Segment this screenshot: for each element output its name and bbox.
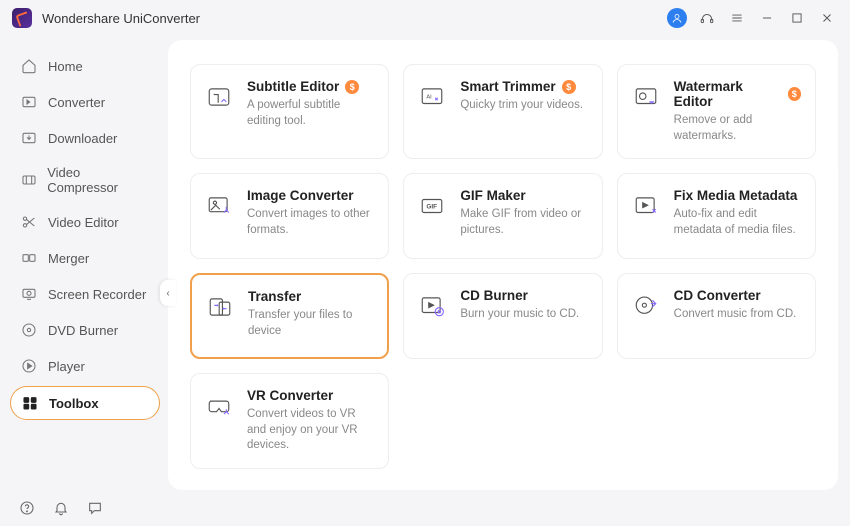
sidebar-item-home[interactable]: Home: [10, 50, 160, 82]
sidebar-item-downloader[interactable]: Downloader: [10, 122, 160, 154]
sidebar-item-label: Downloader: [48, 131, 117, 146]
card-desc: A powerful subtitle editing tool.: [247, 98, 374, 129]
download-icon: [20, 129, 38, 147]
sidebar-item-video-editor[interactable]: Video Editor: [10, 206, 160, 238]
help-button[interactable]: [18, 499, 36, 517]
tool-card-smart-trimmer[interactable]: AI Smart Trimmer $ Quicky trim your video…: [403, 64, 602, 159]
sidebar-item-toolbox[interactable]: Toolbox: [10, 386, 160, 420]
trimmer-icon: AI: [416, 81, 448, 113]
converter-icon: [20, 93, 38, 111]
sidebar-item-merger[interactable]: Merger: [10, 242, 160, 274]
tool-card-gif-maker[interactable]: GIF GIF Maker Make GIF from video or pic…: [403, 173, 602, 259]
card-desc: Transfer your files to device: [248, 308, 373, 339]
titlebar: Wondershare UniConverter: [0, 0, 850, 36]
vr-icon: [203, 390, 235, 422]
cd-burner-icon: [416, 290, 448, 322]
play-icon: [20, 357, 38, 375]
minimize-button[interactable]: [756, 7, 778, 29]
sidebar-item-screen-recorder[interactable]: Screen Recorder: [10, 278, 160, 310]
card-title: Subtitle Editor: [247, 79, 339, 94]
feedback-button[interactable]: [86, 499, 104, 517]
tool-card-image-converter[interactable]: Image Converter Convert images to other …: [190, 173, 389, 259]
image-icon: [203, 190, 235, 222]
card-desc: Quicky trim your videos.: [460, 98, 587, 114]
card-desc: Convert images to other formats.: [247, 207, 374, 238]
card-desc: Convert videos to VR and enjoy on your V…: [247, 407, 374, 454]
user-avatar-icon: [667, 8, 687, 28]
tool-card-vr-converter[interactable]: VR Converter Convert videos to VR and en…: [190, 373, 389, 469]
sidebar-item-label: Converter: [48, 95, 105, 110]
card-desc: Make GIF from video or pictures.: [460, 207, 587, 238]
scissors-icon: [20, 213, 38, 231]
tool-card-fix-metadata[interactable]: Fix Media Metadata Auto-fix and edit met…: [617, 173, 816, 259]
card-title: VR Converter: [247, 388, 333, 403]
card-desc: Auto-fix and edit metadata of media file…: [674, 207, 801, 238]
sidebar-item-label: Video Editor: [48, 215, 119, 230]
close-button[interactable]: [816, 7, 838, 29]
premium-badge-icon: $: [345, 80, 359, 94]
notifications-button[interactable]: [52, 499, 70, 517]
premium-badge-icon: $: [788, 87, 801, 101]
metadata-icon: [630, 190, 662, 222]
premium-badge-icon: $: [562, 80, 576, 94]
app-logo-icon: [12, 8, 32, 28]
card-title: Image Converter: [247, 188, 354, 203]
card-title: CD Burner: [460, 288, 528, 303]
card-title: Transfer: [248, 289, 301, 304]
tool-card-transfer[interactable]: Transfer Transfer your files to device: [190, 273, 389, 359]
menu-button[interactable]: [726, 7, 748, 29]
record-icon: [20, 285, 38, 303]
collapse-sidebar-button[interactable]: ‹: [160, 280, 176, 306]
sidebar: Home Converter Downloader Video Compress…: [0, 36, 168, 490]
sidebar-item-label: Toolbox: [49, 396, 99, 411]
tool-card-watermark-editor[interactable]: Watermark Editor $ Remove or add watermar…: [617, 64, 816, 159]
compress-icon: [20, 171, 37, 189]
disc-icon: [20, 321, 38, 339]
svg-text:AI: AI: [427, 95, 433, 101]
gif-icon: GIF: [416, 190, 448, 222]
sidebar-item-label: Video Compressor: [47, 165, 150, 195]
user-account-button[interactable]: [666, 7, 688, 29]
sidebar-item-label: DVD Burner: [48, 323, 118, 338]
cd-converter-icon: [630, 290, 662, 322]
svg-text:GIF: GIF: [427, 203, 438, 210]
card-title: GIF Maker: [460, 188, 525, 203]
home-icon: [20, 57, 38, 75]
tool-card-subtitle-editor[interactable]: Subtitle Editor $ A powerful subtitle edi…: [190, 64, 389, 159]
bottombar: [0, 490, 168, 526]
sidebar-item-dvd-burner[interactable]: DVD Burner: [10, 314, 160, 346]
app-title: Wondershare UniConverter: [42, 11, 200, 26]
toolbox-icon: [21, 394, 39, 412]
sidebar-item-label: Home: [48, 59, 83, 74]
tool-card-cd-burner[interactable]: CD Burner Burn your music to CD.: [403, 273, 602, 359]
sidebar-item-video-compressor[interactable]: Video Compressor: [10, 158, 160, 202]
card-desc: Remove or add watermarks.: [674, 113, 801, 144]
transfer-icon: [204, 291, 236, 323]
sidebar-item-label: Player: [48, 359, 85, 374]
sidebar-item-converter[interactable]: Converter: [10, 86, 160, 118]
content-panel: Subtitle Editor $ A powerful subtitle edi…: [168, 40, 838, 490]
card-title: Smart Trimmer: [460, 79, 555, 94]
support-button[interactable]: [696, 7, 718, 29]
card-title: CD Converter: [674, 288, 761, 303]
sidebar-item-player[interactable]: Player: [10, 350, 160, 382]
subtitle-icon: [203, 81, 235, 113]
sidebar-item-label: Merger: [48, 251, 89, 266]
card-title: Watermark Editor: [674, 79, 782, 109]
merger-icon: [20, 249, 38, 267]
tool-card-cd-converter[interactable]: CD Converter Convert music from CD.: [617, 273, 816, 359]
maximize-button[interactable]: [786, 7, 808, 29]
card-title: Fix Media Metadata: [674, 188, 798, 203]
watermark-icon: [630, 81, 662, 113]
card-desc: Convert music from CD.: [674, 307, 801, 323]
sidebar-item-label: Screen Recorder: [48, 287, 146, 302]
card-desc: Burn your music to CD.: [460, 307, 587, 323]
